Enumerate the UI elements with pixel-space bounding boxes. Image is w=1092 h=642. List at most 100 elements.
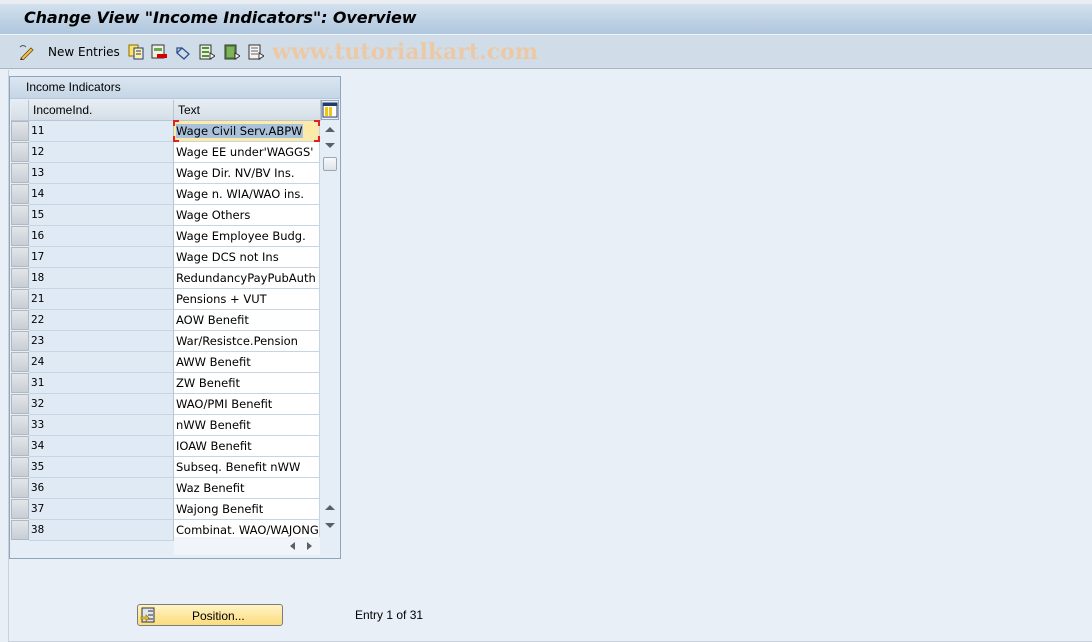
table-title: Income Indicators	[26, 80, 121, 94]
select-block-button[interactable]	[224, 43, 241, 61]
deselect-all-button[interactable]	[248, 43, 265, 61]
select-all-rows-button[interactable]	[11, 100, 29, 121]
row-selector[interactable]	[11, 142, 29, 162]
incomeind-value: 12	[31, 145, 45, 158]
incomeind-value: 17	[31, 250, 45, 263]
deselect-all-icon	[248, 44, 265, 60]
cell-incomeind: 11	[29, 121, 174, 142]
text-value: Wage n. WIA/WAO ins.	[176, 187, 305, 201]
text-input[interactable]: nWW Benefit	[174, 415, 320, 436]
row-selector[interactable]	[11, 184, 29, 204]
edit-pencil-icon	[18, 44, 34, 61]
text-input[interactable]: RedundancyPayPubAuth	[174, 268, 320, 289]
position-button-label: Position...	[192, 609, 245, 623]
cell-incomeind: 13	[29, 163, 174, 184]
cell-incomeind: 14	[29, 184, 174, 205]
row-selector[interactable]	[11, 520, 29, 540]
text-value: War/Resistce.Pension	[176, 334, 298, 348]
row-selector[interactable]	[11, 478, 29, 498]
row-selector[interactable]	[11, 331, 29, 351]
select-all-button[interactable]	[199, 43, 216, 61]
text-value: Wage Civil Serv.ABPW	[176, 124, 303, 138]
incomeind-value: 34	[31, 439, 45, 452]
text-input[interactable]: Wage n. WIA/WAO ins.	[174, 184, 320, 205]
text-input[interactable]: War/Resistce.Pension	[174, 331, 320, 352]
undo-change-button[interactable]	[175, 43, 191, 61]
scroll-up-bottom-arrow-icon[interactable]	[325, 505, 335, 510]
delete-icon	[151, 44, 167, 60]
incomeind-value: 16	[31, 229, 45, 242]
scroll-down-arrow-icon[interactable]	[325, 143, 335, 148]
row-selector[interactable]	[11, 310, 29, 330]
row-selector[interactable]	[11, 436, 29, 456]
cell-incomeind: 34	[29, 436, 174, 457]
row-selector[interactable]	[11, 499, 29, 519]
cell-incomeind: 36	[29, 478, 174, 499]
delete-button[interactable]	[151, 43, 167, 61]
text-input[interactable]: AOW Benefit	[174, 310, 320, 331]
text-input[interactable]: Wage DCS not Ins	[174, 247, 320, 268]
toggle-change-display-button[interactable]	[18, 43, 34, 61]
row-selector[interactable]	[11, 247, 29, 267]
text-value: Pensions + VUT	[176, 292, 267, 306]
text-input[interactable]: IOAW Benefit	[174, 436, 320, 457]
row-selector[interactable]	[11, 457, 29, 477]
text-input[interactable]: Wage Civil Serv.ABPW	[173, 120, 320, 142]
cell-incomeind: 12	[29, 142, 174, 163]
scroll-left-arrow-icon[interactable]	[290, 542, 295, 550]
incomeind-value: 35	[31, 460, 45, 473]
incomeind-value: 32	[31, 397, 45, 410]
new-entries-label: New Entries	[48, 45, 120, 59]
column-config-icon	[322, 102, 338, 118]
cell-incomeind: 17	[29, 247, 174, 268]
horizontal-scrollbar[interactable]	[174, 537, 320, 555]
entry-status: Entry 1 of 31	[355, 608, 424, 622]
column-header-text[interactable]: Text	[174, 100, 321, 121]
text-input[interactable]: Wage Others	[174, 205, 320, 226]
position-button[interactable]: Position...	[137, 604, 283, 626]
scroll-down-bottom-arrow-icon[interactable]	[325, 523, 335, 528]
cell-incomeind: 21	[29, 289, 174, 310]
text-input[interactable]: Pensions + VUT	[174, 289, 320, 310]
incomeind-value: 31	[31, 376, 45, 389]
text-value: ZW Benefit	[176, 376, 240, 390]
row-selector[interactable]	[11, 289, 29, 309]
text-input[interactable]: Waz Benefit	[174, 478, 320, 499]
row-selector[interactable]	[11, 121, 29, 141]
copy-as-button[interactable]	[128, 43, 144, 61]
column-header-incomeind[interactable]: IncomeInd.	[29, 100, 174, 121]
new-entries-button[interactable]: New Entries	[48, 43, 120, 61]
row-selector[interactable]	[11, 205, 29, 225]
text-input[interactable]: ZW Benefit	[174, 373, 320, 394]
income-indicators-table: Income Indicators IncomeInd. Text 11 Wage…	[9, 76, 341, 559]
focus-corner	[314, 120, 320, 126]
row-selector[interactable]	[11, 268, 29, 288]
row-selector[interactable]	[11, 352, 29, 372]
scroll-up-arrow-icon[interactable]	[325, 127, 335, 132]
text-input[interactable]: Wajong Benefit	[174, 499, 320, 520]
text-input[interactable]: Subseq. Benefit nWW	[174, 457, 320, 478]
text-input[interactable]: Wage Dir. NV/BV Ins.	[174, 163, 320, 184]
incomeind-value: 13	[31, 166, 45, 179]
row-selector[interactable]	[11, 163, 29, 183]
scroll-right-arrow-icon[interactable]	[307, 542, 312, 550]
text-value: Waz Benefit	[176, 481, 245, 495]
table-settings-button[interactable]	[321, 100, 339, 120]
text-input[interactable]: WAO/PMI Benefit	[174, 394, 320, 415]
incomeind-value: 14	[31, 187, 45, 200]
row-selector[interactable]	[11, 373, 29, 393]
row-selector[interactable]	[11, 415, 29, 435]
scroll-thumb[interactable]	[323, 157, 337, 171]
text-input[interactable]: AWW Benefit	[174, 352, 320, 373]
text-input[interactable]: Wage Employee Budg.	[174, 226, 320, 247]
text-value: Wage DCS not Ins	[176, 250, 279, 264]
text-value: Wajong Benefit	[176, 502, 264, 516]
cell-incomeind: 22	[29, 310, 174, 331]
row-selector[interactable]	[11, 394, 29, 414]
cell-incomeind: 18	[29, 268, 174, 289]
text-input[interactable]: Wage EE under'WAGGS'	[174, 142, 320, 163]
cell-incomeind: 33	[29, 415, 174, 436]
vertical-scrollbar[interactable]	[321, 121, 339, 535]
row-selector[interactable]	[11, 226, 29, 246]
incomeind-value: 11	[31, 124, 45, 137]
